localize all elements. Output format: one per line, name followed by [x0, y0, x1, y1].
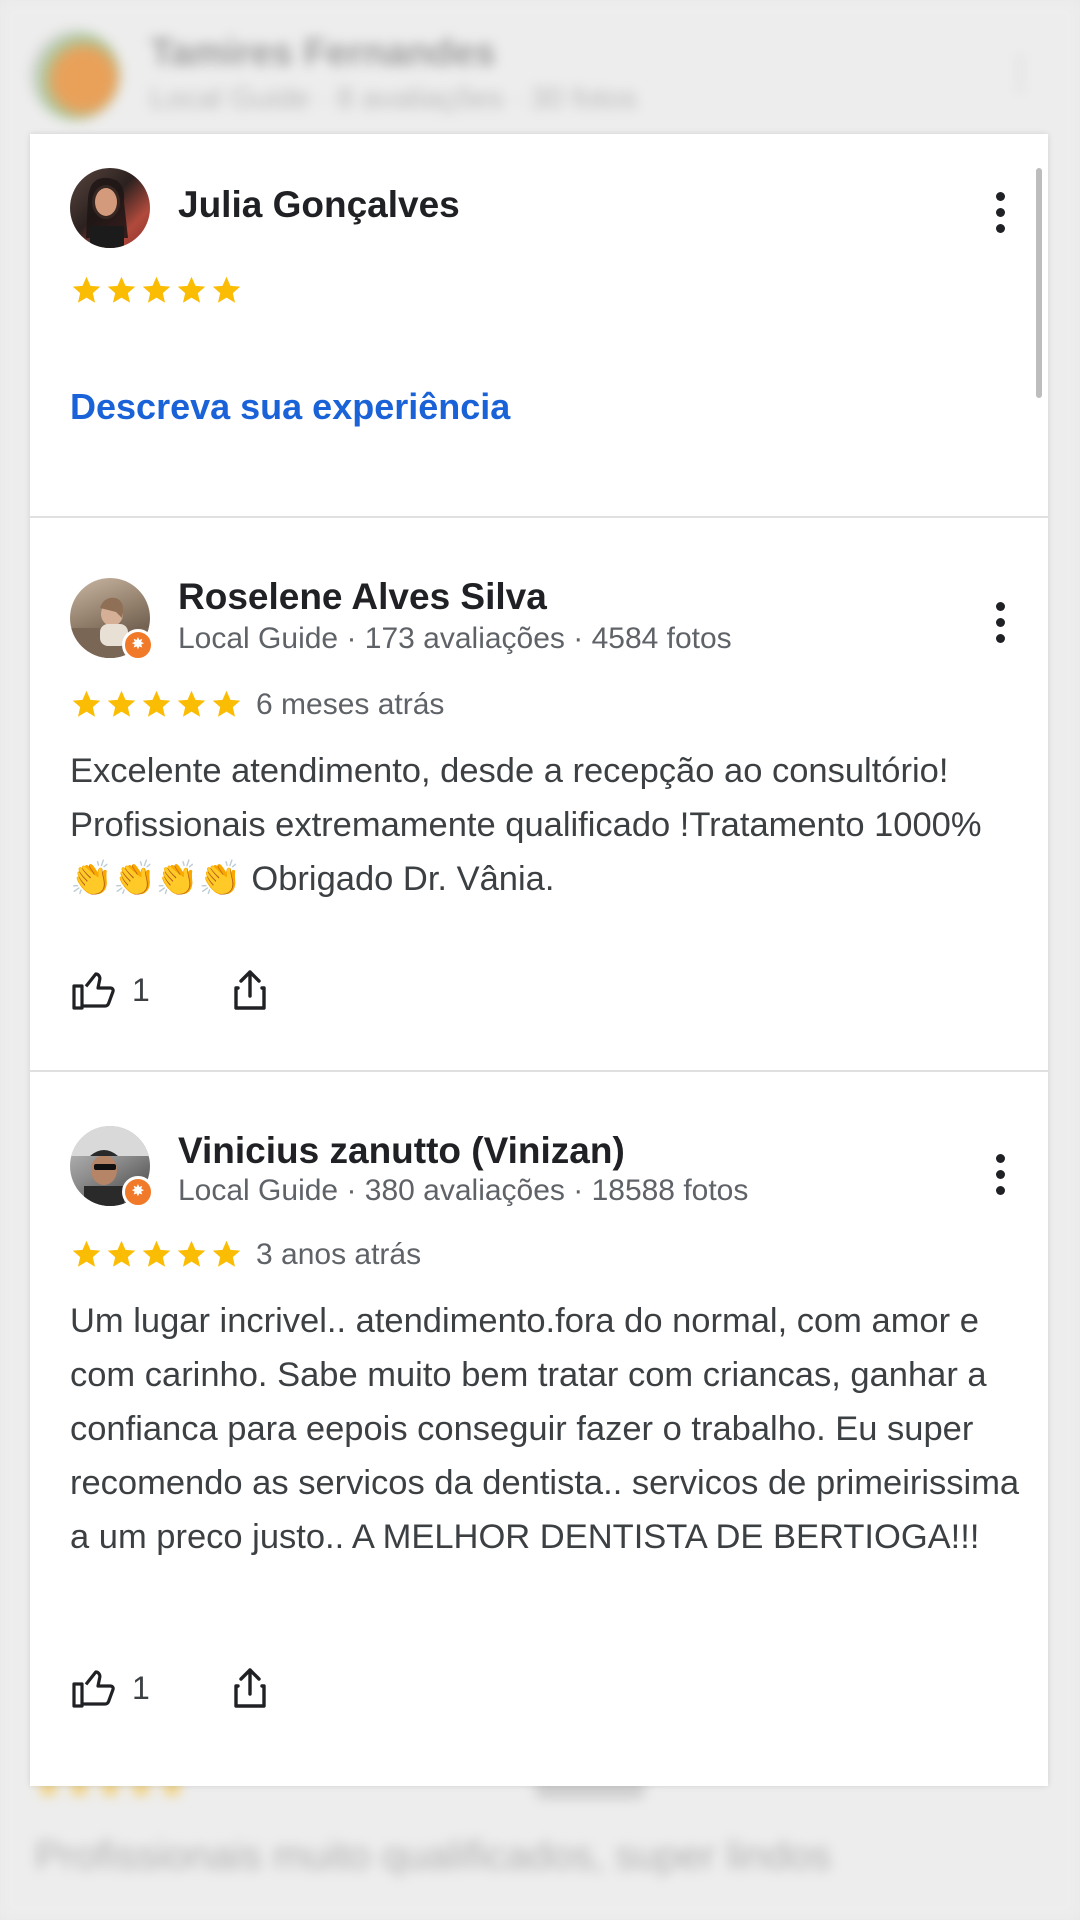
- own-review-section: Julia Gonçalves Descreva sua experiência: [30, 134, 1048, 518]
- avatar-photo: [86, 177, 128, 248]
- more-vert-icon[interactable]: [980, 182, 1020, 242]
- star-icon: [142, 690, 171, 717]
- star-icon: [212, 1240, 241, 1267]
- star-icon[interactable]: [175, 274, 208, 307]
- avatar[interactable]: [70, 168, 150, 248]
- star-icon: [107, 690, 136, 717]
- local-guide-badge-icon: ✸: [122, 1176, 154, 1208]
- share-button[interactable]: [226, 1664, 274, 1712]
- review-text: Um lugar incrivel.. atendimento.fora do …: [70, 1302, 1020, 1556]
- share-icon: [234, 970, 266, 1010]
- background-name: Tamires Fernandes: [150, 32, 496, 74]
- reviewer-meta: Local Guide · 173 avaliações · 4584 foto…: [178, 622, 732, 655]
- like-button[interactable]: 1: [70, 1664, 150, 1712]
- review-time: 3 anos atrás: [256, 1238, 422, 1271]
- share-icon: [234, 1668, 266, 1708]
- like-count: 1: [132, 971, 150, 1008]
- share-button[interactable]: [226, 966, 274, 1014]
- rating-stars: [70, 1238, 243, 1271]
- review-item: ✸ Vinicius zanutto (Vinizan) Local Guide…: [30, 1072, 1048, 1786]
- reviews-card[interactable]: Julia Gonçalves Descreva sua experiência…: [30, 134, 1048, 1786]
- rating-stars-input[interactable]: [70, 274, 243, 307]
- background-subtitle: Local Guide · 8 avaliações · 30 fotos: [150, 82, 637, 115]
- describe-experience-link[interactable]: Descreva sua experiência: [70, 386, 510, 428]
- star-icon: [72, 690, 101, 717]
- thumb-up-icon: [72, 1670, 115, 1708]
- reviewer-meta: Local Guide · 380 avaliações · 18588 fot…: [178, 1174, 749, 1207]
- star-icon: [212, 690, 241, 717]
- more-vert-icon[interactable]: [980, 592, 1020, 652]
- star-icon: [177, 690, 206, 717]
- like-count: 1: [132, 1669, 150, 1706]
- star-icon: [72, 1240, 101, 1267]
- star-icon[interactable]: [210, 274, 243, 307]
- background-review-text: Profissionais muito qualificados, super …: [35, 1834, 831, 1878]
- background-header: Tamires Fernandes Local Guide · 8 avalia…: [30, 30, 1050, 140]
- star-icon[interactable]: [105, 274, 138, 307]
- star-icon[interactable]: [140, 274, 173, 307]
- review-text: Excelente atendimento, desde a recepção …: [70, 752, 982, 898]
- star-icon: [177, 1240, 206, 1267]
- reviewer-name: Julia Gonçalves: [178, 184, 460, 225]
- star-icon: [142, 1240, 171, 1267]
- thumb-up-icon: [72, 972, 115, 1010]
- review-time: 6 meses atrás: [256, 688, 445, 721]
- star-icon[interactable]: [70, 274, 103, 307]
- local-guide-badge-icon: ✸: [122, 629, 154, 661]
- rating-stars: [70, 688, 243, 721]
- like-button[interactable]: 1: [70, 966, 150, 1014]
- background-menu-icon: ⋮: [1000, 51, 1040, 95]
- star-icon: [107, 1240, 136, 1267]
- more-vert-icon[interactable]: [980, 1144, 1020, 1204]
- background-avatar: [30, 30, 120, 120]
- reviewer-name[interactable]: Roselene Alves Silva: [178, 576, 547, 618]
- review-item: ✸ Roselene Alves Silva Local Guide · 173…: [30, 518, 1048, 1070]
- reviewer-name[interactable]: Vinicius zanutto (Vinizan): [178, 1130, 625, 1172]
